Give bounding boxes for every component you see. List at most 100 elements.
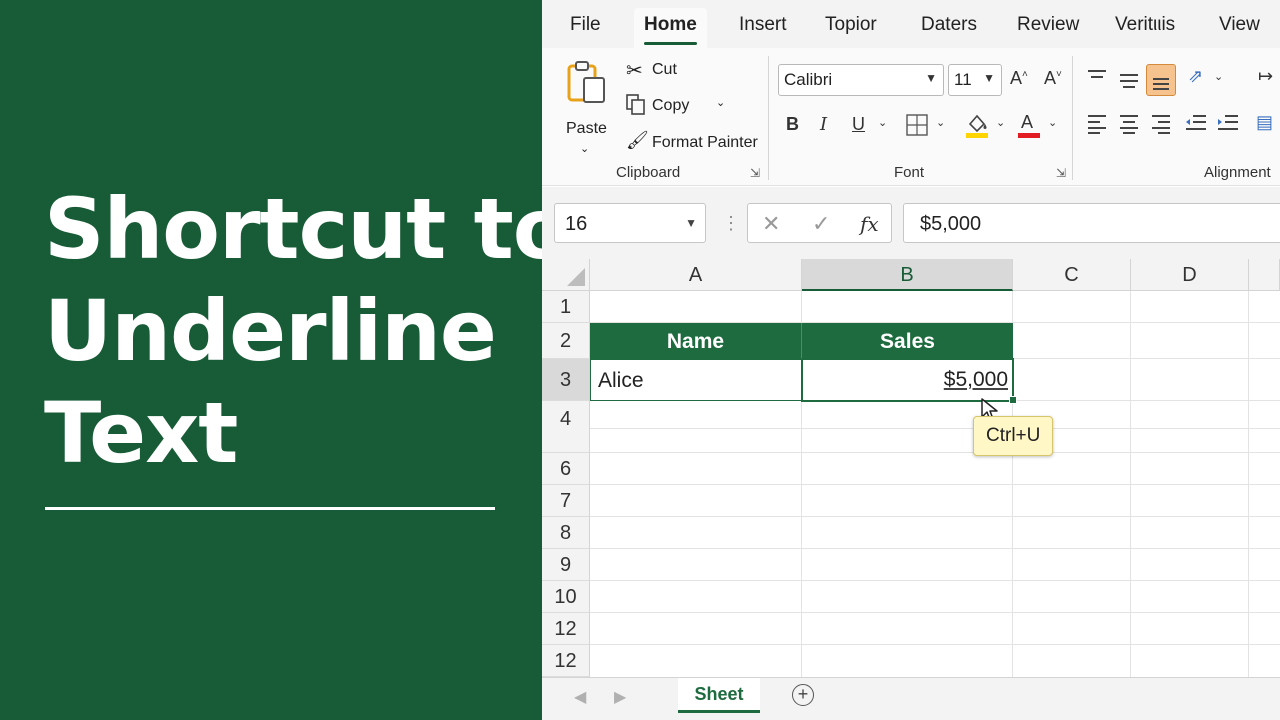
row-header[interactable]: 10 xyxy=(542,581,590,613)
copy-label: Copy xyxy=(652,97,690,114)
gridline xyxy=(590,452,1280,453)
chevron-down-icon[interactable]: ⌄ xyxy=(580,142,589,155)
sheet-tab[interactable]: Sheet xyxy=(678,678,760,713)
scroll-right-icon[interactable]: ▶ xyxy=(614,687,626,707)
cut-button[interactable]: ✂ Cut xyxy=(626,58,716,84)
tab-insert[interactable]: Insert xyxy=(739,14,787,36)
table-header-name[interactable]: Name xyxy=(590,323,802,359)
group-separator xyxy=(768,56,769,180)
hero-title-line: Underline xyxy=(44,282,497,380)
shortcut-tooltip: Ctrl+U xyxy=(973,416,1054,456)
ribbon-home: Paste ⌄ ✂ Cut Copy ⌄ 🖌 Format Painter Cl… xyxy=(542,48,1280,186)
bold-button[interactable]: B xyxy=(786,114,799,135)
chevron-down-icon[interactable]: ⌄ xyxy=(1048,116,1057,129)
font-color-icon[interactable]: A xyxy=(1016,110,1042,138)
tab-file[interactable]: File xyxy=(570,14,601,36)
column-header-a[interactable]: A xyxy=(590,259,802,291)
decrease-font-size-icon[interactable]: A˅ xyxy=(1044,68,1062,89)
font-name-select[interactable]: Calibri ▼ xyxy=(778,64,944,96)
align-center-icon[interactable] xyxy=(1118,114,1140,134)
column-header-c[interactable]: C xyxy=(1013,259,1131,291)
row-header[interactable]: 9 xyxy=(542,549,590,581)
dialog-launcher-icon[interactable]: ⇲ xyxy=(1056,166,1066,180)
tab-daters[interactable]: Daters xyxy=(921,14,977,36)
cell-a3[interactable]: Alice xyxy=(590,359,802,401)
align-top-icon[interactable] xyxy=(1086,68,1108,88)
worksheet-grid[interactable]: A B C D 1 2 3 4 6 7 8 9 10 12 12 Name Sa… xyxy=(542,259,1280,677)
align-bottom-button[interactable] xyxy=(1146,64,1176,96)
hero-title-line: Text xyxy=(44,384,238,482)
row-header[interactable]: 12 xyxy=(542,613,590,645)
italic-button[interactable]: I xyxy=(820,114,827,135)
column-header-d[interactable]: D xyxy=(1131,259,1249,291)
add-sheet-icon[interactable]: + xyxy=(792,684,814,706)
formula-bar: 16 ▼ ⋮ ✕ ✓ fx $5,000 xyxy=(542,187,1280,259)
name-box-value: 16 xyxy=(565,213,588,235)
sheet-tab-bar: ◀ ▶ Sheet + xyxy=(542,677,1280,720)
insert-function-icon[interactable]: fx xyxy=(860,212,879,236)
borders-icon[interactable] xyxy=(906,114,928,136)
tab-review[interactable]: Review xyxy=(1017,14,1079,36)
formula-input[interactable]: $5,000 xyxy=(903,203,1280,243)
merge-center-icon[interactable]: ▤ xyxy=(1256,112,1273,133)
row-header[interactable]: 1 xyxy=(542,291,590,323)
increase-font-size-icon[interactable]: A˄ xyxy=(1010,68,1028,89)
name-box[interactable]: 16 ▼ xyxy=(554,203,706,243)
tab-topior[interactable]: Topior xyxy=(825,14,877,36)
chevron-down-icon[interactable]: ⌄ xyxy=(996,116,1005,129)
cancel-icon[interactable]: ✕ xyxy=(762,211,780,237)
gridline xyxy=(590,580,1280,581)
clipboard-group-label: Clipboard xyxy=(616,164,681,181)
format-painter-button[interactable]: 🖌 Format Painter xyxy=(626,130,776,156)
font-size-value: 11 xyxy=(954,70,972,89)
select-all-button[interactable] xyxy=(542,259,590,291)
enter-icon[interactable]: ✓ xyxy=(812,211,830,237)
align-left-icon[interactable] xyxy=(1086,114,1108,134)
fill-handle[interactable] xyxy=(1009,396,1017,404)
svg-text:A: A xyxy=(1021,112,1033,132)
font-size-select[interactable]: 11 ▼ xyxy=(948,64,1002,96)
orientation-icon[interactable]: ⇗ xyxy=(1188,66,1203,87)
font-name-value: Calibri xyxy=(784,70,833,89)
hero-title-line: Shortcut to xyxy=(44,180,570,278)
more-options-icon[interactable]: ⋮ xyxy=(722,213,740,234)
tab-view[interactable]: View xyxy=(1219,14,1260,36)
wrap-text-icon[interactable]: ↦ xyxy=(1258,66,1273,87)
format-painter-label: Format Painter xyxy=(652,134,758,151)
hero-title: Shortcut to Underline Text xyxy=(44,178,570,484)
tab-home[interactable]: Home xyxy=(634,8,707,48)
row-header[interactable]: 6 xyxy=(542,453,590,485)
row-header[interactable]: 12 xyxy=(542,645,590,677)
chevron-down-icon[interactable]: ⌄ xyxy=(936,116,945,129)
gridline xyxy=(590,484,1280,485)
paste-icon xyxy=(567,61,605,103)
decrease-indent-icon[interactable] xyxy=(1184,114,1208,134)
copy-button[interactable]: Copy ⌄ xyxy=(626,94,736,120)
chevron-down-icon[interactable]: ⌄ xyxy=(878,116,887,129)
paste-button[interactable]: Paste ⌄ xyxy=(562,58,610,155)
chevron-down-icon[interactable]: ⌄ xyxy=(716,96,725,109)
gridline xyxy=(590,428,1280,429)
align-right-icon[interactable] xyxy=(1150,114,1172,134)
spreadsheet-app: File Home Insert Topior Daters Review Ve… xyxy=(542,0,1280,720)
row-header[interactable]: 2 xyxy=(542,323,590,359)
column-header-e[interactable] xyxy=(1249,259,1280,291)
column-header-b[interactable]: B xyxy=(802,259,1013,291)
dialog-launcher-icon[interactable]: ⇲ xyxy=(750,166,760,180)
underline-button[interactable]: U xyxy=(852,114,865,135)
fill-color-icon[interactable] xyxy=(964,110,990,138)
row-header[interactable]: 8 xyxy=(542,517,590,549)
row-header[interactable]: 7 xyxy=(542,485,590,517)
cell-b3[interactable]: $5,000 xyxy=(801,358,1014,402)
scroll-left-icon[interactable]: ◀ xyxy=(574,687,586,707)
chevron-down-icon: ▼ xyxy=(983,71,995,85)
row-header[interactable]: 4 xyxy=(542,401,590,453)
increase-indent-icon[interactable] xyxy=(1216,114,1240,134)
chevron-down-icon: ▼ xyxy=(925,71,937,85)
copy-icon xyxy=(626,94,645,115)
table-header-sales[interactable]: Sales xyxy=(802,323,1013,359)
align-middle-icon[interactable] xyxy=(1118,70,1140,90)
row-header[interactable]: 3 xyxy=(542,359,590,401)
chevron-down-icon[interactable]: ⌄ xyxy=(1214,70,1223,83)
tab-veritiis[interactable]: Veritιιis xyxy=(1115,14,1175,36)
